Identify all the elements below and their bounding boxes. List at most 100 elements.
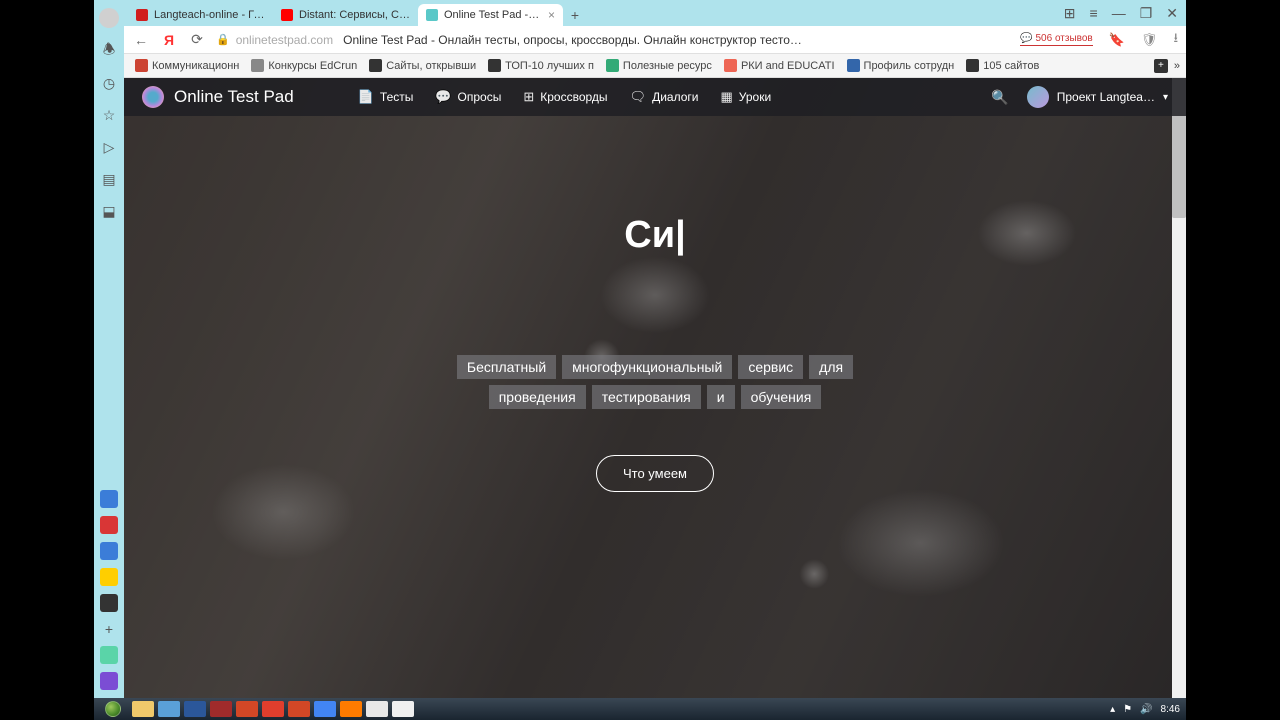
- play-icon[interactable]: ▷: [100, 138, 118, 156]
- close-icon[interactable]: ×: [548, 8, 555, 22]
- tray-chevron-icon[interactable]: ▴: [1110, 704, 1115, 715]
- download-panel-icon[interactable]: ⬓: [100, 202, 118, 220]
- sidebar-app-0[interactable]: [100, 490, 118, 508]
- nav-label: Тесты: [380, 90, 413, 104]
- nav-icon: ▦: [720, 89, 732, 105]
- sidebar-app-5[interactable]: [100, 646, 118, 664]
- bookmark-favicon-icon: [606, 59, 619, 72]
- taskbar-clock[interactable]: 8:46: [1161, 704, 1180, 715]
- tab-title: Online Test Pad - Онла: [444, 9, 542, 21]
- tab-2[interactable]: Online Test Pad - Онла ×: [418, 4, 563, 26]
- bell-icon[interactable]: 🕭: [100, 42, 118, 60]
- favicon-icon: [281, 9, 293, 21]
- taskbar-app-7[interactable]: [314, 701, 336, 717]
- bookmark-label: Сайты, открывши: [386, 60, 476, 72]
- bookmark-0[interactable]: Коммуникационн: [130, 59, 244, 72]
- taskbar-app-4[interactable]: [236, 701, 258, 717]
- bookmark-label: 105 сайтов: [983, 60, 1039, 72]
- sidebar-app-2[interactable]: [100, 542, 118, 560]
- reviews-count: 506 отзывов: [1036, 33, 1093, 44]
- bookmark-label: ТОП-10 лучших п: [505, 60, 594, 72]
- site-logo[interactable]: Online Test Pad: [142, 86, 294, 108]
- site-nav: Online Test Pad 📄Тесты 💬 Опросы ⊞Кроссворды…: [124, 78, 1186, 116]
- yandex-button[interactable]: Я: [160, 31, 178, 49]
- feed-icon[interactable]: ▤: [100, 170, 118, 188]
- download-icon[interactable]: ⭳: [1173, 29, 1178, 51]
- start-button[interactable]: [100, 700, 126, 718]
- sidebar-app-6[interactable]: [100, 672, 118, 690]
- bookmark-6[interactable]: Профиль сотрудн: [842, 59, 960, 72]
- bookmark-label: Конкурсы EdCrun: [268, 60, 357, 72]
- taskbar-app-2[interactable]: [184, 701, 206, 717]
- maximize-button[interactable]: ❐: [1140, 5, 1153, 22]
- reload-button[interactable]: ⟳: [188, 31, 206, 49]
- bookmark-2[interactable]: Сайты, открывши: [364, 59, 481, 72]
- brand-text: Online Test Pad: [174, 87, 294, 107]
- close-window-button[interactable]: ✕: [1166, 5, 1178, 22]
- tab-bar: Langteach-online - ГлавнаDistant: Сервис…: [124, 0, 1186, 26]
- taskbar-app-5[interactable]: [262, 701, 284, 717]
- bookmark-favicon-icon: [488, 59, 501, 72]
- sidebar-add-icon[interactable]: +: [100, 620, 118, 638]
- taskbar-app-6[interactable]: [288, 701, 310, 717]
- bookmarks-overflow-icon[interactable]: »: [1174, 60, 1180, 72]
- clock-icon[interactable]: ◷: [100, 74, 118, 92]
- shield-icon[interactable]: 🛡: [1141, 32, 1158, 48]
- search-icon[interactable]: 🔍: [991, 89, 1008, 106]
- profile-avatar[interactable]: [99, 8, 119, 28]
- url-box[interactable]: 🔒 onlinetestpad.com: [216, 33, 333, 47]
- bookmark-7[interactable]: 105 сайтов: [961, 59, 1044, 72]
- back-button[interactable]: ←: [132, 31, 150, 49]
- bookmark-favicon-icon: [724, 59, 737, 72]
- bookmark-4[interactable]: Полезные ресурс: [601, 59, 717, 72]
- nav-icon: 💬: [435, 89, 451, 105]
- tab-0[interactable]: Langteach-online - Главна: [128, 4, 273, 26]
- nav-item-0[interactable]: 📄Тесты: [358, 89, 414, 105]
- nav-item-1[interactable]: 💬 Опросы: [435, 89, 501, 105]
- nav-item-2[interactable]: ⊞Кроссворды: [523, 89, 607, 105]
- taskbar-app-8[interactable]: [340, 701, 362, 717]
- nav-label: Диалоги: [652, 90, 698, 104]
- subtitle-word: и: [707, 385, 735, 409]
- taskbar-app-1[interactable]: [158, 701, 180, 717]
- star-icon[interactable]: ☆: [100, 106, 118, 124]
- nav-label: Уроки: [739, 90, 771, 104]
- bookmark-label: Полезные ресурс: [623, 60, 712, 72]
- bookmark-label: Профиль сотрудн: [864, 60, 955, 72]
- sidebar-app-4[interactable]: [100, 594, 118, 612]
- subtitle-word: сервис: [738, 355, 803, 379]
- user-menu[interactable]: Проект Langtea… ▾: [1027, 86, 1168, 108]
- bookmark-icon[interactable]: 🔖: [1109, 32, 1125, 48]
- taskbar-app-3[interactable]: [210, 701, 232, 717]
- menu-icon[interactable]: ≡: [1090, 5, 1098, 21]
- new-tab-button[interactable]: +: [563, 4, 587, 26]
- taskbar-app-0[interactable]: [132, 701, 154, 717]
- nav-label: Кроссворды: [540, 90, 607, 104]
- nav-item-4[interactable]: ▦ Уроки: [720, 89, 771, 105]
- nav-label: Опросы: [458, 90, 502, 104]
- tab-1[interactable]: Distant: Сервисы, Советы: [273, 4, 418, 26]
- taskbar-app-10[interactable]: [392, 701, 414, 717]
- chevron-down-icon: ▾: [1163, 92, 1168, 103]
- extensions-icon[interactable]: ⊞: [1064, 5, 1076, 22]
- sidebar-app-1[interactable]: [100, 516, 118, 534]
- bookmark-5[interactable]: РКИ and EDUCATI: [719, 59, 840, 72]
- minimize-button[interactable]: —: [1112, 5, 1126, 21]
- desktop: 🕭 ◷ ☆ ▷ ▤ ⬓ + Langteach-online - ГлавнаD…: [94, 0, 1186, 720]
- nav-item-3[interactable]: 🗨Диалоги: [630, 89, 699, 105]
- sidebar-app-3[interactable]: [100, 568, 118, 586]
- browser-window: Langteach-online - ГлавнаDistant: Сервис…: [124, 0, 1186, 698]
- bookmark-favicon-icon: [135, 59, 148, 72]
- tray-flag-icon[interactable]: ⚑: [1123, 704, 1132, 715]
- bookmark-3[interactable]: ТОП-10 лучших п: [483, 59, 599, 72]
- add-bookmark-icon[interactable]: +: [1154, 59, 1168, 73]
- bookmark-favicon-icon: [847, 59, 860, 72]
- cta-button[interactable]: Что умеем: [596, 455, 714, 492]
- bookmark-1[interactable]: Конкурсы EdCrun: [246, 59, 362, 72]
- reviews-badge[interactable]: 💬 506 отзывов: [1020, 33, 1093, 46]
- subtitle-word: для: [809, 355, 853, 379]
- taskbar-app-9[interactable]: [366, 701, 388, 717]
- start-orb-icon: [105, 701, 121, 717]
- tray-volume-icon[interactable]: 🔊: [1140, 704, 1152, 715]
- url-domain: onlinetestpad.com: [236, 33, 333, 47]
